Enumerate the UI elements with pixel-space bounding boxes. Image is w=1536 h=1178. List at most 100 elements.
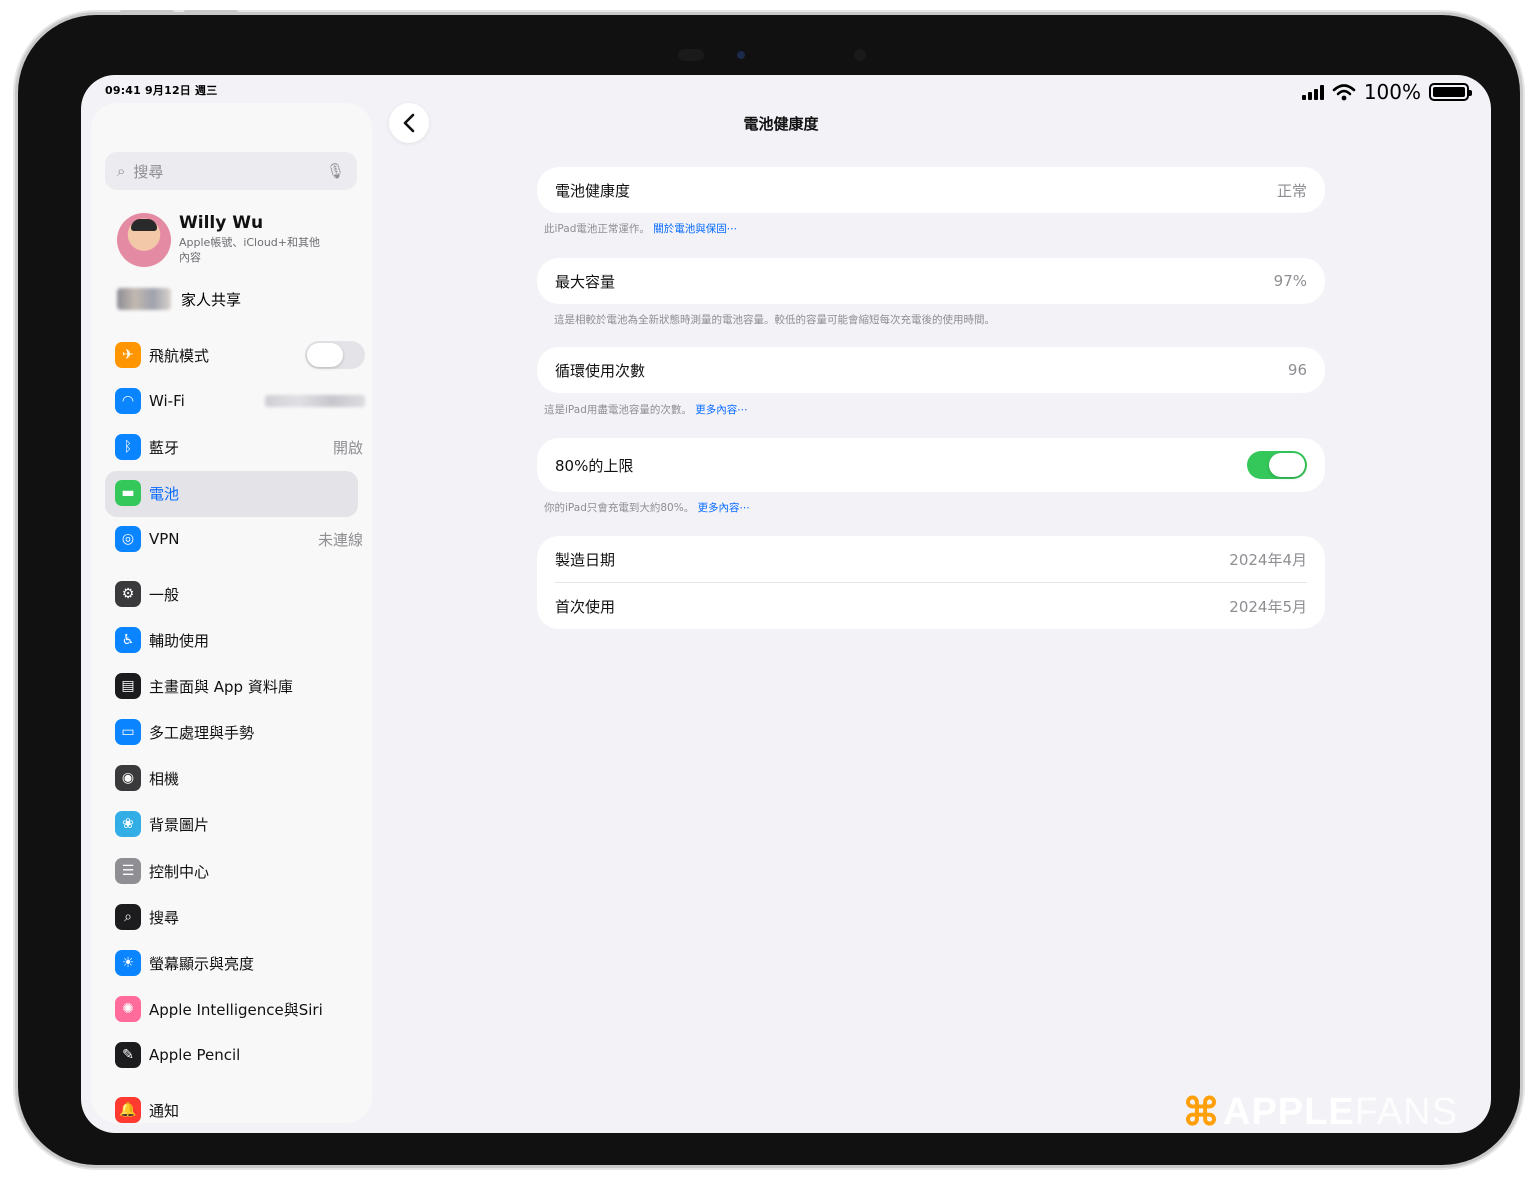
sidebar-item[interactable]: ⌕ 搜尋 [115,903,365,931]
sidebar-item-label: 通知 [149,1101,180,1120]
sidebar-item[interactable]: ✈ 飛航模式 [115,341,365,369]
wifi-status-icon [1332,84,1356,101]
sidebar-item[interactable]: ◠ Wi-Fi [115,387,365,415]
volume-button [120,10,174,15]
sidebar-item[interactable]: ☀ 螢幕顯示與亮度 [115,949,365,977]
charge-limit-note-text: 你的iPad只會充電到大約80%。 [544,502,695,514]
first-use-value: 2024年5月 [1229,597,1307,616]
sidebar-item-label: VPN [149,530,180,548]
max-capacity-label: 最大容量 [555,272,616,291]
sidebar-item[interactable]: ✺ Apple Intelligence與Siri [115,995,365,1023]
sidebar-item[interactable]: ▬ 電池 [115,479,365,507]
sidebar-item[interactable]: ▭ 多工處理與手勢 [115,718,365,746]
account-profile[interactable]: Willy Wu Apple帳號、iCloud+和其他內容 [117,213,329,267]
accessibility-icon: ♿ [115,627,141,653]
battery-health-value: 正常 [1276,181,1307,200]
sidebar-item[interactable]: ❀ 背景圖片 [115,810,365,838]
cycle-count-row: 循環使用次數 96 [537,347,1325,393]
avatar [117,213,171,267]
camera-icon: ◉ [115,765,141,791]
command-logo-icon: ⌘ [1182,1092,1221,1134]
sidebar-item-label: 螢幕顯示與亮度 [149,954,255,973]
charge-limit-row: 80%的上限 [537,438,1325,492]
apple-intelligence-icon: ✺ [115,996,141,1022]
sidebar-item[interactable]: 🔔 通知 [115,1096,365,1123]
sidebar-item-label: 電池 [149,484,180,503]
battery-icon: ▬ [115,480,141,506]
sidebar-item[interactable]: ◉ 相機 [115,764,365,792]
sidebar-item-label: Wi-Fi [149,392,185,410]
charge-limit-card: 80%的上限 [537,438,1325,492]
cellular-signal-icon [1301,84,1324,100]
chevron-left-icon [403,113,415,133]
charge-limit-toggle[interactable] [1247,451,1307,479]
manufacture-date-row: 製造日期 2024年4月 [537,536,1325,582]
sidebar-item[interactable]: ⚙ 一般 [115,580,365,608]
battery-health-label: 電池健康度 [555,181,631,200]
search-input[interactable]: 搜尋 [133,161,163,182]
wallpaper-flower-icon: ❀ [115,811,141,837]
vpn-globe-icon: ◎ [115,526,141,552]
status-indicators: 100% [1301,80,1472,104]
family-sharing-label: 家人共享 [181,290,242,309]
battery-health-card[interactable]: 電池健康度 正常 [537,167,1325,213]
sidebar-item-label: Apple Pencil [149,1046,241,1064]
status-time-date: 09:41 9月12日 週三 [105,84,218,97]
page-title: 電池健康度 [743,115,819,133]
airplane-mode-toggle[interactable] [305,341,365,369]
sidebar-item[interactable]: ✎ Apple Pencil [115,1041,365,1069]
sidebar-item-label: 一般 [149,585,180,604]
sidebar-item[interactable]: ᛒ 藍牙 開啟 [115,433,365,461]
cycle-count-note-text: 這是iPad用盡電池容量的次數。 [544,404,692,416]
charge-limit-more-link[interactable]: 更多內容⋯ [698,502,751,514]
watermark-thin: FANS [1354,1091,1458,1133]
search-icon: ⌕ [115,904,141,930]
sidebar-item[interactable]: ♿ 輔助使用 [115,626,365,654]
settings-sidebar: ⌕ 搜尋 🎙 Willy Wu Apple帳號、iCloud+和其他內容 家人共… [91,103,372,1123]
family-sharing[interactable]: 家人共享 [117,288,241,310]
front-camera [737,51,745,59]
battery-percent: 100% [1363,80,1421,104]
sidebar-item-label: 飛航模式 [149,346,210,365]
search-icon: ⌕ [117,162,126,180]
screen: 09:41 9月12日 週三 100% ⌕ 搜尋 🎙 Willy Wu Appl… [81,75,1491,1133]
search-field[interactable]: ⌕ 搜尋 🎙 [105,152,357,190]
sidebar-item-label: 主畫面與 App 資料庫 [149,677,293,696]
bluetooth-icon: ᛒ [115,434,141,460]
home-screen-icon: ▤ [115,673,141,699]
cycle-more-link[interactable]: 更多內容⋯ [695,404,748,416]
sidebar-item-value: 未連線 [317,530,363,549]
brightness-icon: ☀ [115,950,141,976]
wifi-icon: ◠ [115,388,141,414]
back-button[interactable] [389,103,429,143]
cycle-count-note: 這是iPad用盡電池容量的次數。 更多內容⋯ [544,402,748,417]
sidebar-item-label: 背景圖片 [149,815,210,834]
manufacture-date-value: 2024年4月 [1229,550,1307,569]
battery-health-note-text: 此iPad電池正常運作。 [544,223,650,235]
microphone-icon[interactable]: 🎙 [326,162,345,180]
charge-limit-note: 你的iPad只會充電到大約80%。 更多內容⋯ [544,500,750,515]
charge-limit-label: 80%的上限 [555,456,634,475]
sidebar-item[interactable]: ◎ VPN 未連線 [115,525,365,553]
control-center-icon: ☰ [115,858,141,884]
cycle-count-label: 循環使用次數 [555,361,646,380]
family-avatars [117,288,171,310]
battery-health-note: 此iPad電池正常運作。 關於電池與保固⋯ [544,221,737,236]
multitasking-icon: ▭ [115,719,141,745]
battery-warranty-link[interactable]: 關於電池與保固⋯ [653,223,737,235]
sidebar-item-label: 多工處理與手勢 [149,723,255,742]
battery-health-row[interactable]: 電池健康度 正常 [537,167,1325,213]
ipad-device-frame: 09:41 9月12日 週三 100% ⌕ 搜尋 🎙 Willy Wu Appl… [18,15,1520,1165]
sidebar-item[interactable]: ☰ 控制中心 [115,857,365,885]
airplane-icon: ✈ [115,342,141,368]
first-use-label: 首次使用 [555,597,616,616]
sidebar-item-label: 相機 [149,769,180,788]
watermark-bold: APPLE [1223,1091,1355,1133]
max-capacity-note: 這是相較於電池為全新狀態時測量的電池容量。較低的容量可能會縮短每次充電後的使用時… [554,314,995,326]
sidebar-item-value: 開啟 [332,438,363,457]
wifi-network-name [265,395,365,407]
profile-subtitle: Apple帳號、iCloud+和其他內容 [179,236,321,264]
sidebar-item-label: Apple Intelligence與Siri [149,1000,323,1019]
sidebar-item[interactable]: ▤ 主畫面與 App 資料庫 [115,672,365,700]
sidebar-item-label: 控制中心 [149,862,210,881]
